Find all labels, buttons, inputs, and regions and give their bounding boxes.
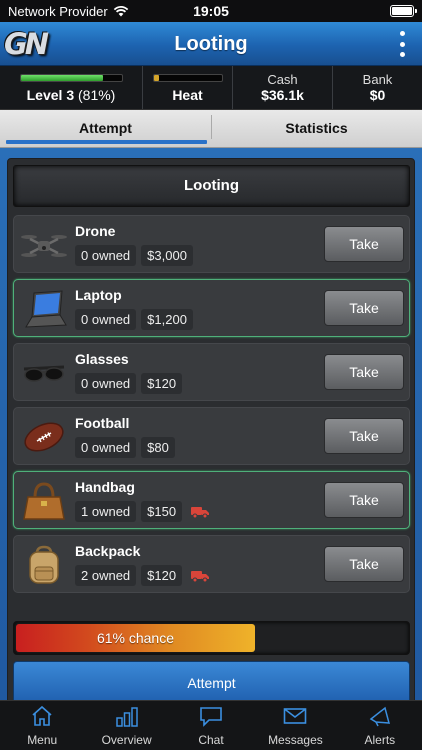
loot-item-football: Football 0 owned $80 Take [13,407,410,465]
delivery-truck-icon [191,506,210,518]
owned-count: 0 owned [75,437,137,458]
item-details: 1 owned $150 [75,501,210,522]
tab-bar: Attempt Statistics [0,110,422,148]
app-header: GN Looting [0,22,422,66]
nav-menu[interactable]: Menu [0,701,84,750]
glasses-icon [23,365,65,382]
item-name: Glasses [75,351,129,367]
nav-alerts-label: Alerts [364,733,396,747]
bank-label: Bank [362,72,393,87]
wifi-icon [113,5,128,17]
item-name: Laptop [75,287,122,303]
take-button[interactable]: Take [324,546,404,582]
bank-value: $0 [369,87,386,103]
player-stats-strip: Level 3 (81%) Heat Cash $36.1k Bank $0 [0,66,422,110]
football-icon [24,422,64,452]
item-details: 0 owned $3,000 [75,245,193,266]
item-price: $150 [141,501,183,522]
megaphone-icon [369,706,390,727]
nav-chat[interactable]: Chat [169,701,253,750]
nav-messages[interactable]: Messages [253,701,337,750]
item-name: Football [75,415,130,431]
item-price: $120 [141,373,183,394]
level-stat[interactable]: Level 3 (81%) [0,66,143,109]
take-button[interactable]: Take [324,482,404,518]
loot-item-handbag: Handbag 1 owned $150 Take [13,471,410,529]
owned-count: 2 owned [75,565,137,586]
item-details: 0 owned $80 [75,437,175,458]
handbag-icon [23,482,65,520]
home-icon [32,705,52,726]
heat-progress-bar [153,74,223,82]
nav-chat-label: Chat [198,733,224,747]
item-name: Drone [75,223,116,239]
bank-stat[interactable]: Bank $0 [333,66,422,109]
nav-messages-label: Messages [268,733,323,747]
backpack-icon [29,545,59,584]
nav-overview[interactable]: Overview [84,701,168,750]
panel-title: Looting [13,165,410,207]
drone-icon [21,235,67,257]
page-title: Looting [174,33,248,55]
tab-attempt[interactable]: Attempt [0,110,211,147]
loot-item-laptop: Laptop 0 owned $1,200 Take [13,279,410,337]
item-details: 2 owned $120 [75,565,210,586]
loot-item-glasses: Glasses 0 owned $120 Take [13,343,410,401]
level-progress-bar [20,74,123,82]
main-content: Looting Drone 0 owned $3,000 Take Laptop… [0,148,422,706]
attempt-button[interactable]: Attempt [13,661,410,705]
take-button[interactable]: Take [324,226,404,262]
heat-stat[interactable]: Heat [143,66,233,109]
carrier-group: Network Provider [8,4,129,19]
owned-count: 0 owned [75,309,137,330]
item-price: $1,200 [141,309,193,330]
item-name: Backpack [75,543,141,559]
cash-stat[interactable]: Cash $36.1k [233,66,333,109]
take-button[interactable]: Take [324,354,404,390]
heat-label: Heat [172,87,203,103]
success-chance-bar: 61% chance [13,621,410,655]
loot-item-backpack: Backpack 2 owned $120 Take [13,535,410,593]
nav-menu-label: Menu [27,733,58,747]
item-details: 0 owned $120 [75,373,183,394]
looting-panel: Looting Drone 0 owned $3,000 Take Laptop… [7,158,415,706]
chat-bubble-icon [200,707,222,727]
nav-alerts[interactable]: Alerts [338,701,422,750]
delivery-truck-icon [191,570,210,582]
tab-statistics[interactable]: Statistics [211,110,422,147]
owned-count: 0 owned [75,245,137,266]
take-button[interactable]: Take [324,418,404,454]
cash-value: $36.1k [261,87,304,103]
active-tab-indicator [6,140,207,144]
status-bar: Network Provider 19:05 [0,0,422,22]
level-percent: (81%) [78,87,116,103]
item-price: $3,000 [141,245,193,266]
item-price: $80 [141,437,175,458]
chance-label: 61% chance [96,630,174,646]
level-label: Level 3 [26,87,75,103]
loot-item-drone: Drone 0 owned $3,000 Take [13,215,410,273]
item-name: Handbag [75,479,135,495]
cash-label: Cash [267,72,298,87]
owned-count: 0 owned [75,373,137,394]
item-price: $120 [141,565,183,586]
bar-chart-icon [115,707,138,727]
nav-overview-label: Overview [101,733,152,747]
tab-statistics-label: Statistics [285,120,348,136]
take-button[interactable]: Take [324,290,404,326]
tab-attempt-label: Attempt [79,120,132,136]
battery-icon [390,5,417,17]
bottom-navigation: Menu Overview Chat Messages Alerts [0,700,422,750]
envelope-icon [284,708,307,724]
carrier-name: Network Provider [8,3,108,19]
laptop-icon [25,290,67,328]
level-text: Level 3 (81%) [0,87,142,103]
more-options-icon[interactable] [398,31,406,57]
item-details: 0 owned $1,200 [75,309,193,330]
owned-count: 1 owned [75,501,137,522]
